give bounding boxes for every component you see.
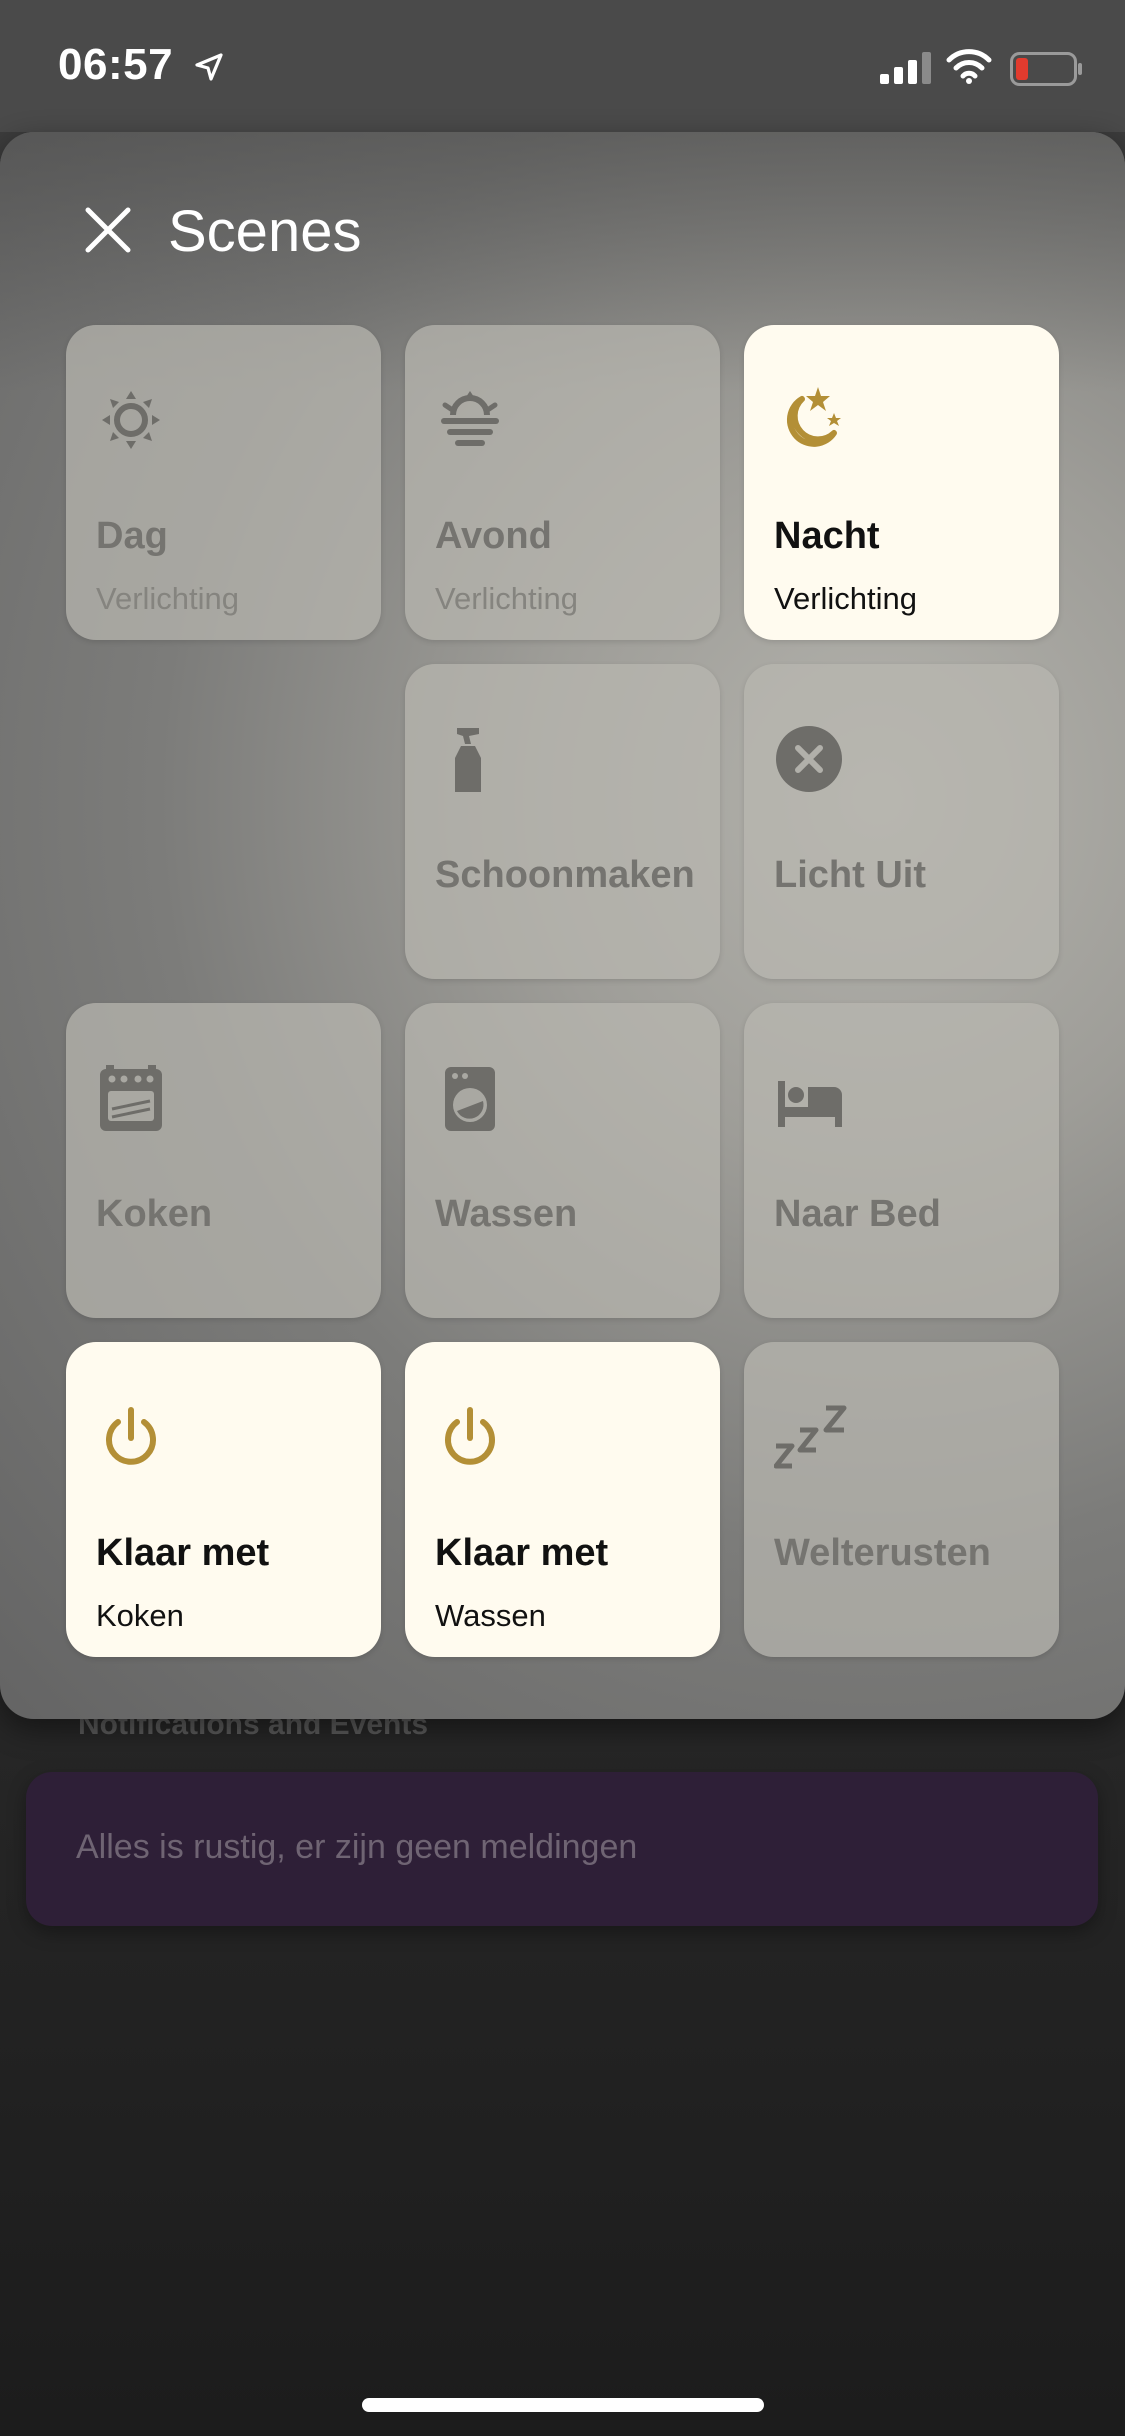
scene-tile-dag[interactable]: Dag Verlichting (66, 325, 381, 640)
scenes-modal: Scenes Dag Verlichting Avond Verlichting… (0, 132, 1125, 1719)
scene-name: Schoonmaken (435, 854, 695, 896)
scene-tile-koken[interactable]: Koken (66, 1003, 381, 1318)
scene-tile-schoonmaken[interactable]: Schoonmaken (405, 664, 720, 979)
scene-tile-welterusten[interactable]: Welterusten (744, 1342, 1059, 1657)
spray-bottle-icon (455, 728, 481, 792)
scene-name: Klaar met (435, 1532, 609, 1574)
close-icon[interactable] (80, 202, 136, 258)
battery-icon (1010, 52, 1082, 86)
scene-tile-wassen[interactable]: Wassen (405, 1003, 720, 1318)
moon-stars-icon (786, 387, 841, 447)
scene-tile-avond[interactable]: Avond Verlichting (405, 325, 720, 640)
scene-name: Nacht (774, 515, 880, 557)
scene-tile-nacht[interactable]: Nacht Verlichting (744, 325, 1059, 640)
notification-card: Alles is rustig, er zijn geen meldingen (26, 1772, 1098, 1926)
location-arrow-icon (195, 53, 223, 81)
modal-title: Scenes (168, 199, 362, 264)
close-circle-icon (776, 726, 842, 792)
scene-name: Welterusten (774, 1532, 991, 1574)
power-icon (445, 1407, 495, 1465)
scene-subtitle: Verlichting (774, 581, 918, 616)
scene-subtitle: Verlichting (96, 581, 240, 616)
status-time: 06:57 (58, 40, 174, 89)
scene-name: Wassen (435, 1193, 578, 1235)
cellular-signal-icon (880, 52, 931, 84)
scene-subtitle: Wassen (435, 1598, 546, 1633)
status-bar: 06:57 (0, 0, 1125, 132)
scene-tile-naar-bed[interactable]: Naar Bed (744, 1003, 1059, 1318)
scene-name: Avond (435, 515, 552, 557)
sleep-zzz-icon (774, 1405, 847, 1469)
scene-tile-klaar-met-koken[interactable]: Klaar met Koken (66, 1342, 381, 1657)
scene-name: Koken (96, 1193, 213, 1235)
sun-icon (102, 391, 160, 449)
scene-name: Dag (96, 515, 168, 557)
scene-subtitle: Verlichting (435, 581, 579, 616)
washing-machine-icon (445, 1067, 495, 1131)
notification-text: Alles is rustig, er zijn geen meldingen (76, 1828, 638, 1866)
scene-name: Naar Bed (774, 1193, 941, 1235)
home-indicator[interactable] (362, 2398, 764, 2412)
scene-name: Klaar met (96, 1532, 270, 1574)
wifi-icon (946, 49, 992, 84)
scene-tile-klaar-met-wassen[interactable]: Klaar met Wassen (405, 1342, 720, 1657)
scene-subtitle: Koken (96, 1598, 184, 1633)
power-icon (106, 1407, 156, 1465)
scene-name: Licht Uit (774, 854, 926, 896)
scene-tile-licht-uit[interactable]: Licht Uit (744, 664, 1059, 979)
sunset-icon (441, 391, 499, 446)
stove-icon (100, 1065, 162, 1131)
bed-icon (778, 1081, 842, 1127)
